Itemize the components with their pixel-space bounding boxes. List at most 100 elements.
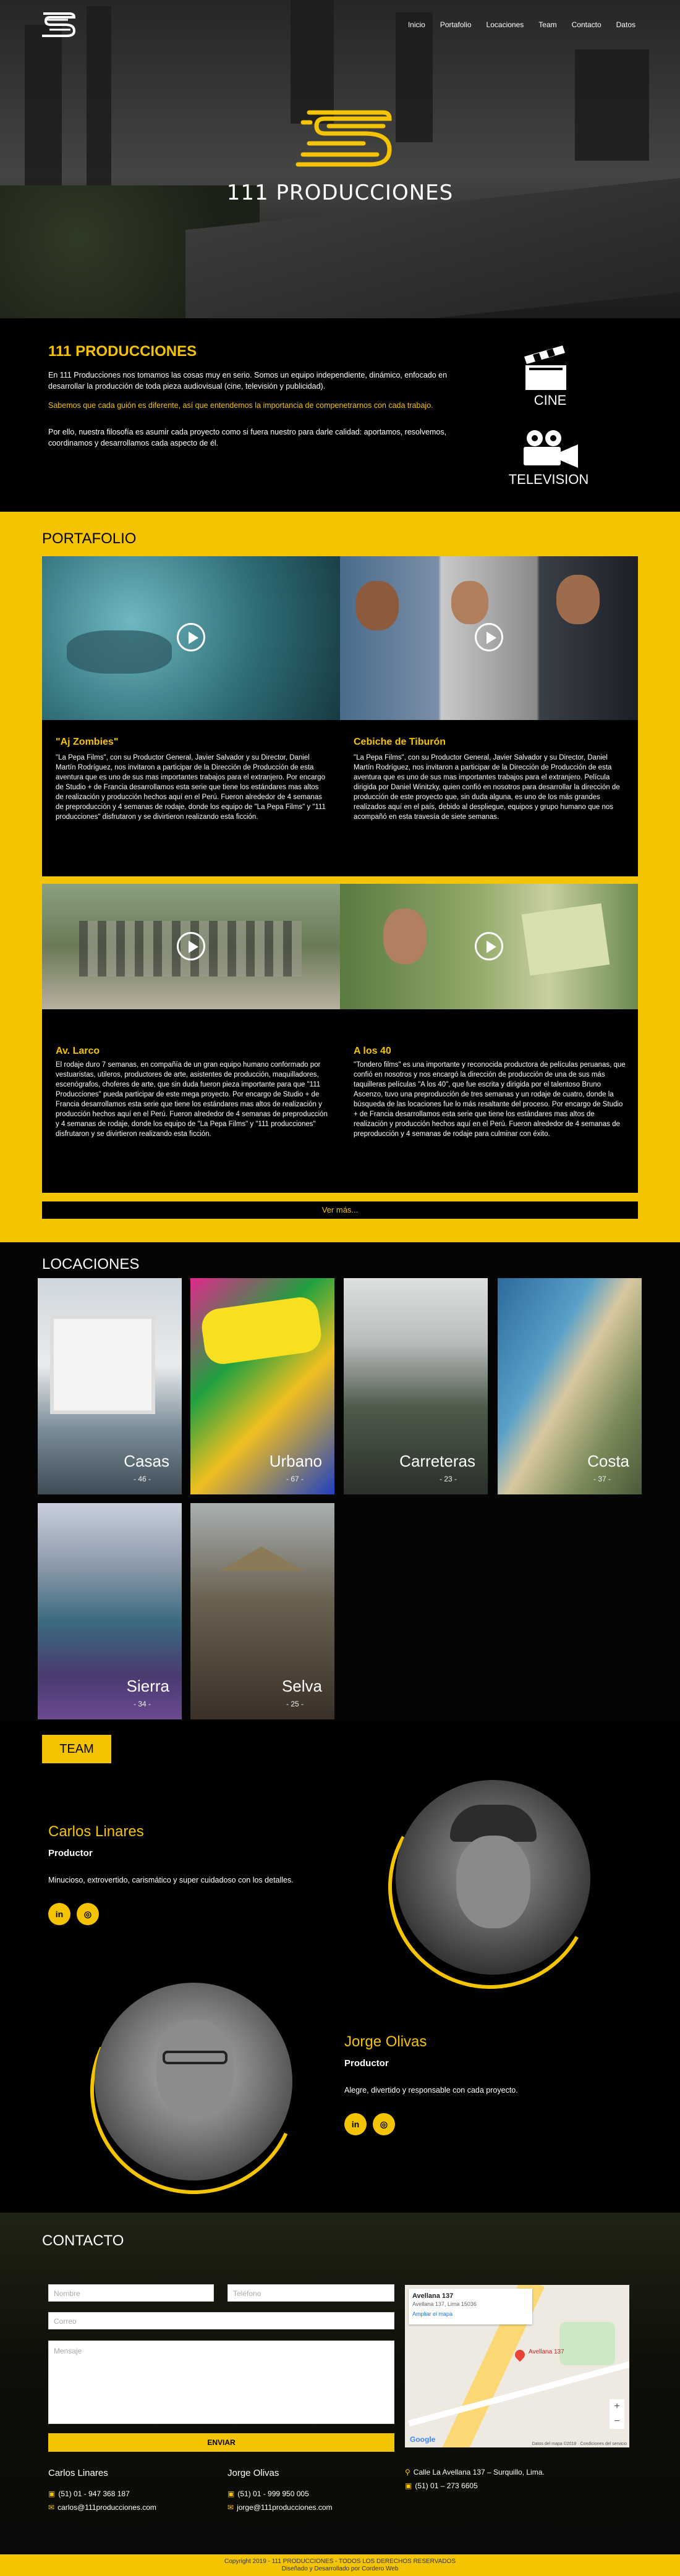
nav-link-team[interactable]: Team xyxy=(531,20,564,29)
contact-column: ⚲ Calle La Avellana 137 – Surquillo, Lima… xyxy=(405,2468,545,2495)
nav-link-locaciones[interactable]: Locaciones xyxy=(479,20,532,29)
location-count: - 67 - xyxy=(286,1475,304,1483)
portfolio-card[interactable]: Av. Larco El rodaje duro 7 semanas, en c… xyxy=(42,884,340,1193)
thumb-face xyxy=(355,581,399,630)
portfolio-item-title: Cebiche de Tiburón xyxy=(354,737,446,747)
contact-email[interactable]: ✉ carlos@111producciones.com xyxy=(48,2503,156,2512)
see-more-button[interactable]: Ver más... xyxy=(42,1201,638,1219)
team-button[interactable]: TEAM xyxy=(42,1735,111,1763)
location-count: - 37 - xyxy=(593,1475,611,1483)
contact-column: Carlos Linares ▣ (51) 01 - 947 368 187 ✉ c… xyxy=(48,2468,156,2517)
video-thumbnail[interactable] xyxy=(42,556,340,720)
map-address: Avellana 137, Lima 15036 xyxy=(412,2301,477,2307)
instagram-icon[interactable]: ◎ xyxy=(373,2113,395,2135)
video-thumbnail[interactable] xyxy=(340,884,638,1009)
linkedin-icon[interactable]: in xyxy=(344,2113,367,2135)
location-count: - 34 - xyxy=(133,1700,151,1708)
location-tile-selva[interactable]: Selva - 25 - xyxy=(190,1503,334,1719)
about-title: 111 PRODUCCIONES xyxy=(48,343,197,360)
photo-face xyxy=(456,1836,530,1928)
nav-link-datos[interactable]: Datos xyxy=(609,20,643,29)
contact-column: Jorge Olivas ▣ (51) 01 - 999 950 005 ✉ jor… xyxy=(227,2468,333,2517)
tile-house xyxy=(50,1315,155,1414)
nav-link-portafolio[interactable]: Portafolio xyxy=(433,20,479,29)
contact-phone: ▣ (51) 01 - 999 950 005 xyxy=(227,2489,309,2498)
member-role: Productor xyxy=(344,2058,389,2069)
map-zoom-control[interactable]: + − xyxy=(610,2399,624,2429)
message-textarea[interactable]: Mensaje xyxy=(48,2341,394,2424)
instagram-icon[interactable]: ◎ xyxy=(77,1903,99,1925)
email-input[interactable]: Correo xyxy=(48,2312,394,2329)
thumb-face xyxy=(556,575,600,624)
name-input[interactable]: Nombre xyxy=(48,2284,214,2302)
member-role: Productor xyxy=(48,1848,93,1858)
member-description: Alegre, divertido y responsable con cada… xyxy=(344,2086,518,2095)
location-count: - 23 - xyxy=(439,1475,457,1483)
contact-section: CONTACTO Nombre Teléfono Correo Mensaje … xyxy=(0,2213,680,2554)
nav-link-contacto[interactable]: Contacto xyxy=(564,20,609,29)
phone-icon: ▣ xyxy=(405,2481,412,2490)
team-member-card: Jorge Olivas Productor Alegre, divertido… xyxy=(344,2033,641,2135)
portfolio-card[interactable]: A los 40 "Tondero films" es una importan… xyxy=(340,884,638,1193)
member-name: Jorge Olivas xyxy=(344,2033,427,2050)
video-thumbnail[interactable] xyxy=(340,556,638,720)
location-name: Carreteras xyxy=(399,1452,475,1470)
location-tile-costa[interactable]: Costa - 37 - xyxy=(498,1278,642,1494)
contact-name: Carlos Linares xyxy=(48,2468,108,2478)
play-icon[interactable] xyxy=(177,623,205,651)
location-map[interactable]: Avellana 137 Avellana 137, Lima 15036 Am… xyxy=(405,2285,629,2447)
video-camera-icon xyxy=(524,430,578,468)
map-credits: Datos del mapa ©2019 · Condiciones del s… xyxy=(532,2442,627,2446)
member-description: Minucioso, extrovertido, carismático y s… xyxy=(48,1876,294,1884)
portfolio-item-title: A los 40 xyxy=(354,1046,391,1056)
member-socials: in ◎ xyxy=(344,2113,641,2135)
play-icon[interactable] xyxy=(475,623,503,651)
mail-icon: ✉ xyxy=(227,2503,234,2512)
video-thumbnail[interactable] xyxy=(42,884,340,1009)
hero-logo-icon xyxy=(295,110,392,167)
map-enlarge-link[interactable]: Ampliar el mapa xyxy=(412,2311,529,2317)
company-address: ⚲ Calle La Avellana 137 – Surquillo, Lima… xyxy=(405,2468,545,2476)
portfolio-title: PORTAFOLIO xyxy=(42,530,137,547)
phone-icon: ▣ xyxy=(48,2489,56,2498)
company-phone: ▣ (51) 01 – 273 6605 xyxy=(405,2481,478,2490)
team-section: TEAM Carlos Linares Productor Minucioso,… xyxy=(0,1721,680,2224)
nav-link-inicio[interactable]: Inicio xyxy=(401,20,433,29)
contact-phone: ▣ (51) 01 - 947 368 187 xyxy=(48,2489,130,2498)
location-tile-urbano[interactable]: Urbano - 67 - xyxy=(190,1278,334,1494)
location-pin-icon: ⚲ xyxy=(405,2468,410,2476)
map-road xyxy=(408,2359,629,2427)
mail-icon: ✉ xyxy=(48,2503,55,2512)
portfolio-item-title: "Aj Zombies" xyxy=(56,737,119,747)
tile-hut-roof xyxy=(219,1546,304,1571)
portfolio-item-title: Av. Larco xyxy=(56,1046,100,1056)
map-pin-label: Avellana 137 xyxy=(529,2349,564,2355)
portfolio-item-text: "Tondero films" es una importante y reco… xyxy=(354,1061,626,1138)
play-icon[interactable] xyxy=(177,932,205,960)
phone-input[interactable]: Teléfono xyxy=(227,2284,394,2302)
play-icon[interactable] xyxy=(475,932,503,960)
tile-graffiti xyxy=(199,1295,324,1366)
credits-text[interactable]: Diseñado y Desarrollado por Cordero Web xyxy=(0,2565,680,2573)
member-photo xyxy=(396,1780,590,1975)
thumb-face xyxy=(383,909,427,964)
portfolio-item-text: "La Pepa Films", con su Productor Genera… xyxy=(354,754,620,821)
brand-logo-icon[interactable] xyxy=(38,9,78,38)
portfolio-item-text: "La Pepa Films", con su Productor Genera… xyxy=(56,754,326,821)
about-paragraph: Por ello, nuestra filosofía es asumir ca… xyxy=(48,428,447,447)
portfolio-card[interactable]: Cebiche de Tiburón "La Pepa Films", con … xyxy=(340,556,638,876)
location-count: - 46 - xyxy=(133,1475,151,1483)
member-name: Carlos Linares xyxy=(48,1823,144,1840)
location-tile-casas[interactable]: Casas - 46 - xyxy=(38,1278,182,1494)
contact-email[interactable]: ✉ jorge@111producciones.com xyxy=(227,2503,333,2512)
thumb-figure xyxy=(67,630,172,674)
photo-face xyxy=(156,2020,234,2119)
location-name: Sierra xyxy=(126,1677,169,1695)
location-tile-carreteras[interactable]: Carreteras - 23 - xyxy=(344,1278,488,1494)
portfolio-card[interactable]: "Aj Zombies" "La Pepa Films", con su Pro… xyxy=(42,556,340,876)
thumb-sign xyxy=(521,903,610,976)
send-button[interactable]: ENVIAR xyxy=(48,2433,394,2452)
linkedin-icon[interactable]: in xyxy=(48,1903,70,1925)
location-tile-sierra[interactable]: Sierra - 34 - xyxy=(38,1503,182,1719)
portfolio-section: PORTAFOLIO "Aj Zombies" "La Pepa Films",… xyxy=(0,512,680,1242)
